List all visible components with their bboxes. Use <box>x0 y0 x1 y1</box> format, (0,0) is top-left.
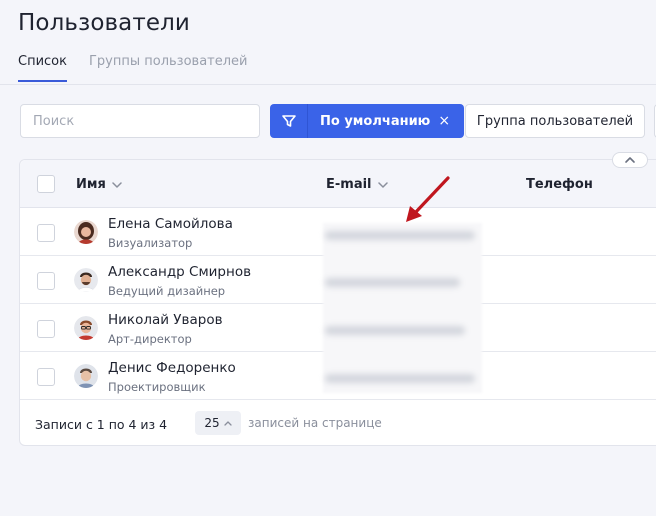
records-count: Записи с 1 по 4 из 4 <box>35 417 168 432</box>
close-icon[interactable]: × <box>438 114 450 128</box>
page-title: Пользователи <box>18 10 190 36</box>
users-table: Имя E-mail Телефон Елена Самойлова Визуа… <box>19 159 656 446</box>
chevron-down-icon <box>112 181 122 188</box>
avatar <box>74 268 98 292</box>
column-header-label: E-mail <box>326 177 372 192</box>
chevron-up-icon <box>625 157 635 163</box>
per-page-value: 25 <box>204 416 220 430</box>
chevron-down-icon <box>377 181 388 188</box>
avatar <box>74 220 98 244</box>
user-role: Ведущий дизайнер <box>108 284 226 298</box>
row-checkbox[interactable] <box>37 272 55 290</box>
filter-button[interactable] <box>270 104 308 138</box>
email-blurred-area <box>323 223 482 393</box>
funnel-icon <box>281 115 296 127</box>
user-group-button[interactable]: Группа пользователей <box>465 104 645 138</box>
user-role: Арт-директор <box>108 332 192 346</box>
active-filter-label: По умолчанию <box>320 113 431 129</box>
tabs-divider <box>0 84 656 85</box>
table-header: Имя E-mail Телефон <box>20 160 656 208</box>
row-checkbox[interactable] <box>37 320 55 338</box>
row-checkbox[interactable] <box>37 224 55 242</box>
column-header-email[interactable]: E-mail <box>326 177 388 192</box>
avatar <box>74 316 98 340</box>
column-header-name[interactable]: Имя <box>76 177 122 192</box>
filter-group: По умолчанию × <box>270 104 465 138</box>
row-checkbox[interactable] <box>37 368 55 386</box>
user-name[interactable]: Николай Уваров <box>108 312 223 328</box>
select-all-checkbox[interactable] <box>37 175 55 193</box>
search-input[interactable] <box>20 104 260 138</box>
avatar <box>74 364 98 388</box>
user-name[interactable]: Елена Самойлова <box>108 216 233 232</box>
user-name[interactable]: Александр Смирнов <box>108 264 251 280</box>
per-page-select[interactable]: 25 <box>195 411 241 435</box>
annotation-arrow-icon <box>406 176 450 222</box>
column-header-label: Имя <box>76 177 106 192</box>
per-page-label: записей на странице <box>248 416 382 430</box>
user-role: Проектировщик <box>108 380 206 394</box>
column-header-label: Телефон <box>526 177 593 192</box>
user-name[interactable]: Денис Федоренко <box>108 360 236 376</box>
chevron-up-icon <box>223 421 232 426</box>
tab-user-groups[interactable]: Группы пользователей <box>89 54 248 82</box>
tab-list[interactable]: Список <box>18 54 67 82</box>
tabs: Список Группы пользователей <box>18 54 248 82</box>
active-filter-chip[interactable]: По умолчанию × <box>308 104 464 138</box>
user-role: Визуализатор <box>108 236 193 250</box>
collapse-toggle[interactable] <box>612 152 648 168</box>
column-header-phone: Телефон <box>526 177 593 192</box>
